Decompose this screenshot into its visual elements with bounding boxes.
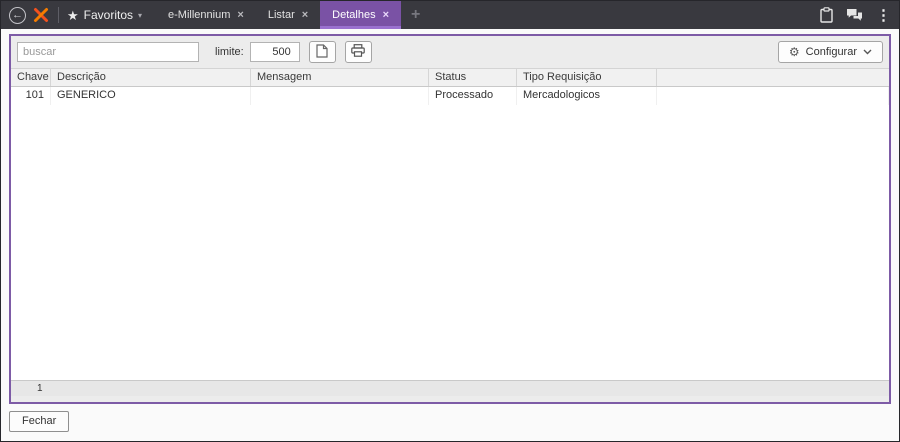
star-icon: ★ bbox=[67, 7, 79, 23]
content-frame: limite: bbox=[9, 34, 891, 404]
column-header-chave[interactable]: Chave bbox=[11, 69, 51, 86]
tab-close-icon[interactable]: × bbox=[302, 9, 308, 21]
kebab-menu-icon[interactable]: ⋮ bbox=[876, 6, 891, 24]
column-header-mensagem[interactable]: Mensagem bbox=[251, 69, 429, 86]
chevron-down-icon: ▾ bbox=[138, 10, 143, 20]
tab-label: Listar bbox=[267, 9, 295, 21]
document-export-icon bbox=[316, 43, 328, 61]
tab-label: Detalhes bbox=[332, 9, 376, 21]
search-input[interactable] bbox=[17, 42, 199, 62]
tab-label: e-Millennium bbox=[168, 9, 231, 21]
grid-header: Chave Descrição Mensagem Status Tipo Req… bbox=[11, 68, 889, 87]
tab-close-icon[interactable]: × bbox=[237, 9, 243, 21]
tab-close-icon[interactable]: × bbox=[383, 9, 389, 21]
cell-status: Processado bbox=[429, 87, 517, 105]
chevron-down-icon bbox=[863, 46, 872, 58]
favorites-label: Favoritos bbox=[83, 8, 134, 22]
back-icon[interactable]: ← bbox=[9, 6, 26, 24]
print-button[interactable] bbox=[344, 41, 372, 63]
divider bbox=[58, 7, 59, 23]
column-header-empty bbox=[657, 69, 889, 86]
grid-footer: 1 bbox=[11, 380, 889, 396]
tab-listar[interactable]: Listar × bbox=[256, 1, 320, 29]
topbar-actions: ⋮ bbox=[820, 6, 891, 24]
cell-descricao: GENERICO bbox=[51, 87, 251, 105]
column-header-status[interactable]: Status bbox=[429, 69, 517, 86]
cell-empty bbox=[657, 87, 889, 105]
gear-icon: ⚙ bbox=[788, 45, 800, 59]
clipboard-icon[interactable] bbox=[820, 7, 833, 23]
configure-label: Configurar bbox=[805, 46, 857, 58]
tab-e-millennium[interactable]: e-Millennium × bbox=[156, 1, 256, 29]
app-window: ← ★ Favoritos ▾ e-Millennium × Listar × … bbox=[0, 0, 900, 442]
limit-label: limite: bbox=[215, 46, 244, 58]
column-header-tipo-requisicao[interactable]: Tipo Requisição bbox=[517, 69, 657, 86]
configure-button[interactable]: ⚙ Configurar bbox=[777, 41, 883, 63]
add-tab-icon[interactable]: + bbox=[411, 6, 420, 24]
favorites-menu[interactable]: ★ Favoritos ▾ bbox=[67, 8, 142, 22]
tab-detalhes[interactable]: Detalhes × bbox=[320, 1, 402, 29]
topbar: ← ★ Favoritos ▾ e-Millennium × Listar × … bbox=[1, 1, 899, 29]
millennium-logo-icon[interactable] bbox=[33, 7, 49, 23]
cell-tipo-requisicao: Mercadologicos bbox=[517, 87, 657, 105]
grid-body: 101 GENERICO Processado Mercadologicos bbox=[11, 87, 889, 380]
cell-mensagem bbox=[251, 87, 429, 105]
table-row[interactable]: 101 GENERICO Processado Mercadologicos bbox=[11, 87, 889, 105]
record-count: 1 bbox=[37, 383, 43, 394]
limit-input[interactable] bbox=[249, 42, 300, 62]
printer-icon bbox=[351, 44, 366, 60]
cell-chave: 101 bbox=[11, 87, 51, 105]
export-button[interactable] bbox=[308, 41, 336, 63]
close-button[interactable]: Fechar bbox=[9, 411, 70, 432]
chat-icon[interactable] bbox=[846, 8, 863, 22]
column-header-descricao[interactable]: Descrição bbox=[51, 69, 251, 86]
grid-toolbar: limite: bbox=[11, 36, 889, 68]
